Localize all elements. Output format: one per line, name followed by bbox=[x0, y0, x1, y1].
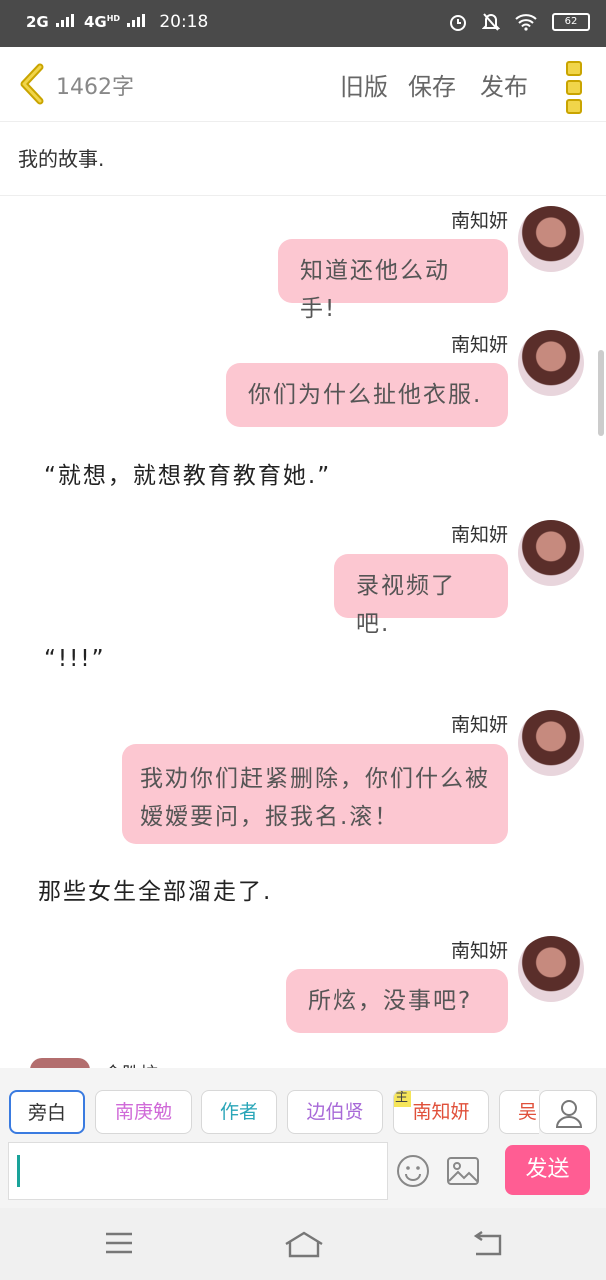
more-menu-icon[interactable] bbox=[566, 61, 582, 118]
alarm-icon bbox=[450, 15, 466, 31]
signal-icon bbox=[127, 13, 146, 27]
message-bubble[interactable]: 录视频了吧. bbox=[334, 554, 508, 637]
avatar bbox=[518, 206, 584, 272]
avatar bbox=[518, 330, 584, 396]
signal-icon bbox=[55, 13, 74, 27]
speaker-name: 南知妍 bbox=[450, 334, 508, 356]
role-chip[interactable]: 边伯贤 bbox=[287, 1090, 383, 1134]
message-bubble[interactable]: 所炫，没事吧? bbox=[286, 969, 508, 1033]
scrollbar[interactable] bbox=[598, 350, 604, 436]
image-icon[interactable] bbox=[446, 1156, 480, 1186]
battery-icon: 62 bbox=[552, 13, 590, 31]
back-nav-icon[interactable] bbox=[472, 1230, 504, 1258]
person-icon bbox=[555, 1100, 583, 1128]
role-label: 作者 bbox=[219, 1101, 258, 1123]
word-count: 1462字 bbox=[56, 75, 134, 100]
avatar bbox=[518, 936, 584, 1002]
role-chip[interactable]: 主 南知妍 bbox=[393, 1090, 489, 1134]
system-nav-bar bbox=[0, 1208, 606, 1280]
role-chip[interactable]: 南庚勉 bbox=[95, 1090, 192, 1134]
network-2g: 2G bbox=[26, 13, 74, 31]
role-chip[interactable]: 作者 bbox=[201, 1090, 277, 1134]
network-4g: 4GHD bbox=[84, 13, 146, 31]
narration-text[interactable]: “就想，就想教育教育她.” bbox=[44, 456, 331, 490]
speaker-name: 南知妍 bbox=[450, 940, 508, 962]
story-title[interactable]: 我的故事. bbox=[18, 143, 104, 172]
clock: 20:18 bbox=[159, 12, 209, 32]
narration-text[interactable]: “!!!” bbox=[44, 646, 106, 672]
emoji-icon[interactable] bbox=[396, 1154, 430, 1188]
message-input[interactable] bbox=[8, 1142, 388, 1200]
mute-icon bbox=[482, 13, 500, 31]
role-label: 南庚勉 bbox=[114, 1101, 172, 1123]
role-label: 边伯贤 bbox=[306, 1101, 364, 1123]
role-chip[interactable]: 吴 bbox=[499, 1090, 539, 1134]
menu-icon[interactable] bbox=[104, 1230, 134, 1256]
speaker-name: 南知妍 bbox=[450, 210, 508, 232]
avatar bbox=[518, 710, 584, 776]
role-chip[interactable]: 旁白 bbox=[9, 1090, 85, 1134]
add-role-button[interactable] bbox=[539, 1090, 597, 1134]
divider bbox=[0, 195, 606, 196]
publish-button[interactable]: 发布 bbox=[480, 67, 528, 102]
old-version-button[interactable]: 旧版 bbox=[340, 67, 388, 102]
message-bubble[interactable]: 知道还他么动手! bbox=[278, 239, 508, 322]
speaker-name: 南知妍 bbox=[450, 714, 508, 736]
role-label: 南知妍 bbox=[412, 1101, 470, 1123]
back-icon[interactable] bbox=[16, 63, 48, 105]
home-icon[interactable] bbox=[284, 1230, 324, 1258]
status-bar: 2G 4GHD 20:18 62 bbox=[0, 0, 606, 47]
role-label: 吴 bbox=[518, 1101, 538, 1123]
message-bubble[interactable]: 我劝你们赶紧删除，你们什么被嫒嫒要问，报我名.滚！ bbox=[122, 744, 508, 844]
send-button[interactable]: 发送 bbox=[505, 1145, 590, 1195]
wifi-icon bbox=[515, 14, 537, 31]
avatar bbox=[518, 520, 584, 586]
main-role-badge: 主 bbox=[394, 1091, 412, 1107]
narration-text[interactable]: 那些女生全部溜走了. bbox=[38, 872, 272, 906]
text-caret bbox=[17, 1155, 20, 1187]
role-label: 旁白 bbox=[27, 1102, 66, 1124]
save-button[interactable]: 保存 bbox=[408, 67, 456, 102]
speaker-name: 南知妍 bbox=[450, 524, 508, 546]
message-bubble[interactable]: 你们为什么扯他衣服. bbox=[226, 363, 508, 427]
editor-header: 1462字 旧版 保存 发布 bbox=[0, 47, 606, 122]
